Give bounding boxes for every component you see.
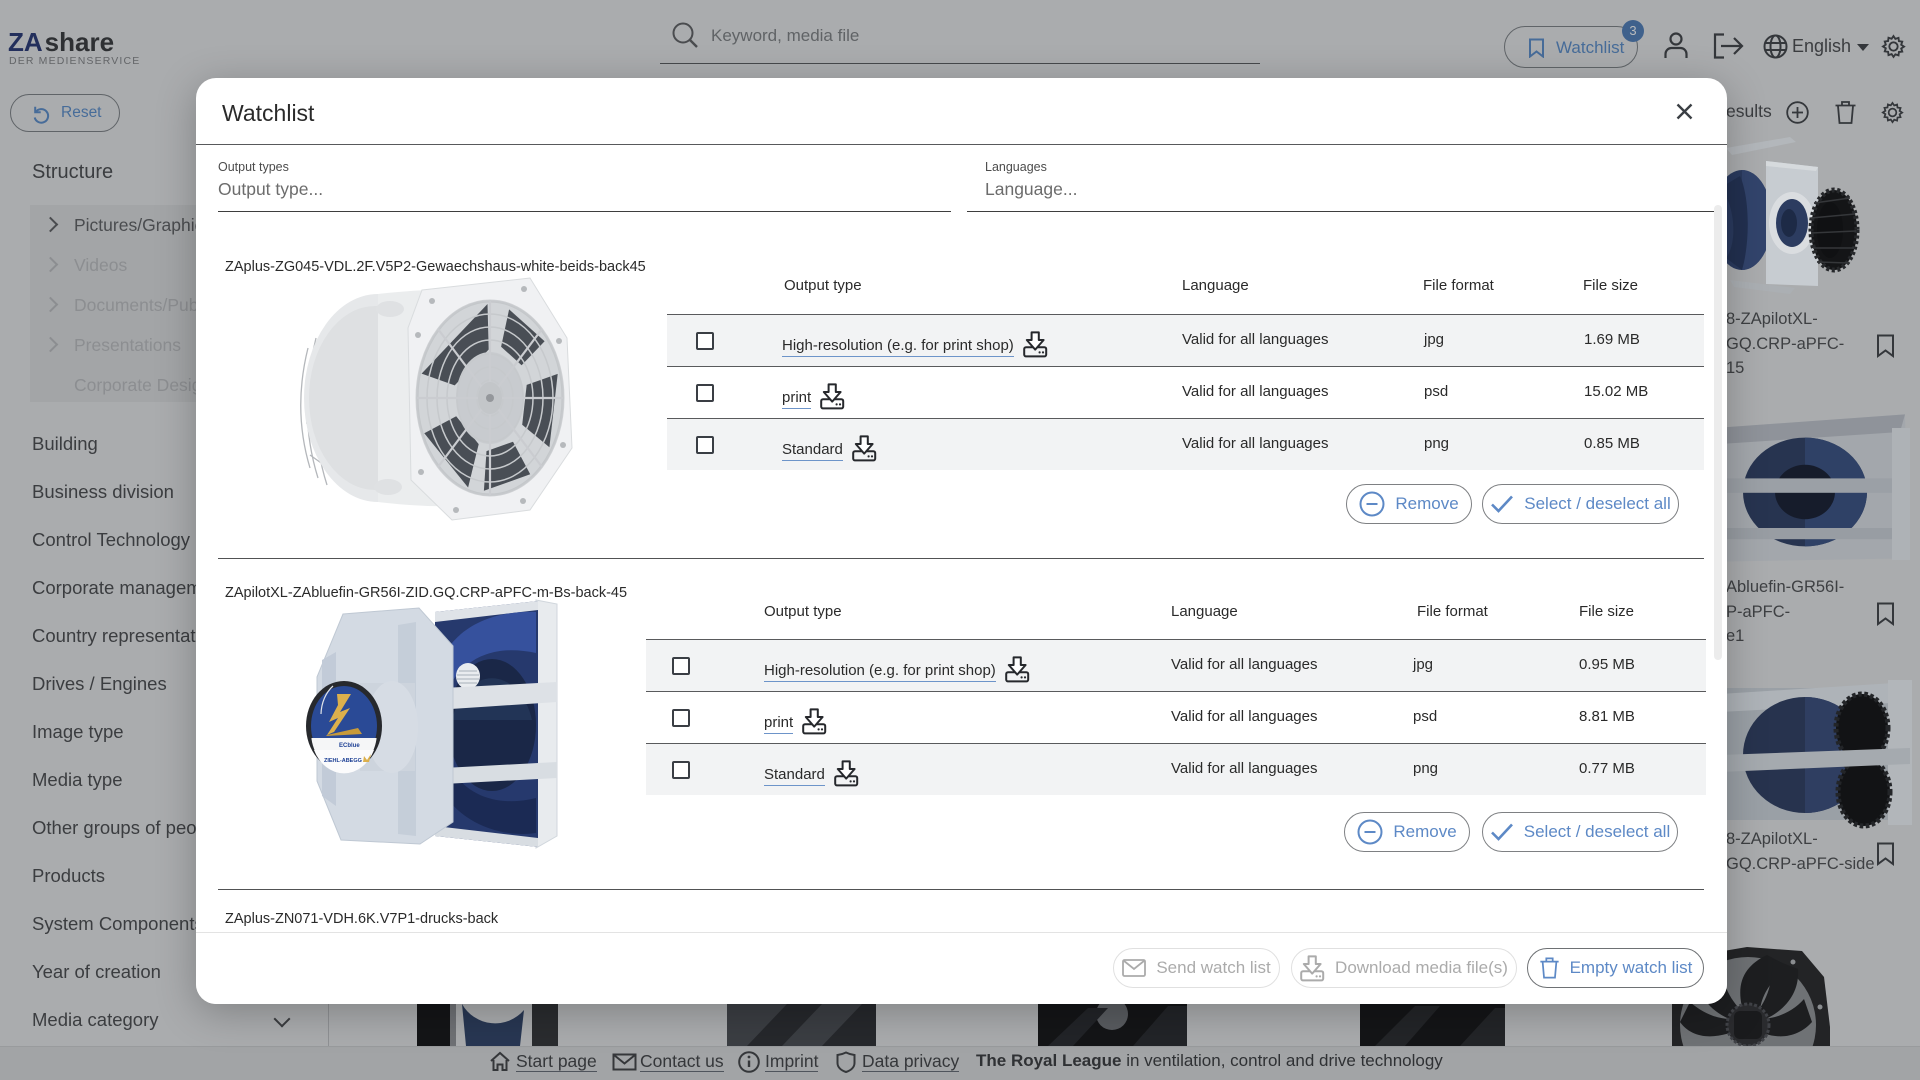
- svg-text:ECblue: ECblue: [339, 743, 360, 749]
- svg-text:ZIEHL-ABEGG: ZIEHL-ABEGG: [324, 758, 362, 764]
